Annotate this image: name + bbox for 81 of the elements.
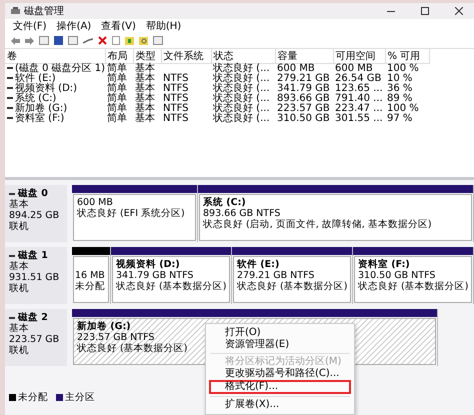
partition-size: 223.57 GB NTFS	[77, 332, 154, 343]
table-cell: 123.65 ...	[335, 83, 383, 94]
table-cell: 791.40 ...	[335, 93, 383, 104]
table-cell: NTFS	[163, 93, 189, 104]
partition-status: 未分配	[75, 281, 105, 292]
partition-size: 16 MB	[75, 270, 105, 281]
table-cell: 97 %	[387, 113, 412, 124]
table-cell: 100 %	[387, 103, 419, 114]
table-cell: 资料室 (F:)	[15, 113, 64, 124]
table-cell: 基本	[135, 103, 155, 114]
table-cell: 简单	[107, 93, 127, 104]
table-cell: 893.66 GB	[277, 93, 330, 104]
disk-type: 基本	[9, 323, 29, 334]
disk-status: 联机	[9, 283, 29, 294]
table-cell: NTFS	[163, 83, 189, 94]
disk-type: 基本	[9, 261, 29, 272]
table-cell: NTFS	[163, 113, 189, 124]
table-cell: 视频资料 (D:)	[15, 83, 78, 94]
table-cell: 状态良好 (...	[213, 93, 270, 104]
table-cell: 600 MB	[335, 63, 373, 74]
disk-size: 894.25 GB	[9, 210, 60, 221]
legend-label: 未分配	[18, 391, 48, 404]
disk-name: 磁盘 0	[18, 188, 48, 199]
partition-name: 系统 (C:)	[203, 197, 246, 208]
partition-status: 状态良好 (基本数据分区)	[116, 281, 226, 292]
table-cell: 36 %	[387, 83, 412, 94]
legend-label: 主分区	[65, 391, 95, 404]
partition-size: 893.66 GB NTFS	[203, 208, 280, 219]
disk-size: 931.51 GB	[9, 272, 60, 283]
partition-status: 状态良好 (EFI 系统分区)	[77, 208, 185, 219]
disk-size: 223.57 GB	[9, 334, 60, 345]
table-cell: 301.55 ...	[335, 113, 383, 124]
table-cell: 89 %	[387, 93, 412, 104]
partition-size: 279.21 GB NTFS	[237, 270, 314, 281]
disk-type: 基本	[9, 199, 29, 210]
table-cell: NTFS	[163, 73, 189, 84]
table-cell: 基本	[135, 63, 155, 74]
table-cell: 简单	[107, 83, 127, 94]
partition-status: 状态良好 (启动, 页面文件, 故障转储, 基本数据分区)	[203, 219, 432, 230]
table-cell: 软件 (E:)	[15, 73, 56, 84]
table-cell: 600 MB	[277, 63, 315, 74]
partition-name: 资料室 (F:)	[358, 259, 410, 270]
disk-name: 磁盘 1	[18, 250, 48, 261]
table-cell: 279.21 GB	[277, 73, 330, 84]
partition-size: 600 MB	[77, 197, 113, 208]
table-cell: 223.47 ...	[335, 103, 383, 114]
table-cell: 状态良好 (...	[213, 63, 270, 74]
table-cell: 223.57 GB	[277, 103, 330, 114]
table-cell: 310.50 GB	[277, 113, 330, 124]
table-cell: 状态良好 (...	[213, 113, 270, 124]
table-cell: 10 %	[387, 73, 412, 84]
partition-status: 状态良好 (基本数据分区)	[237, 281, 348, 292]
table-cell: 系统 (C:)	[15, 93, 56, 104]
table-cell: 新加卷 (G:)	[15, 103, 68, 114]
table-cell: NTFS	[163, 103, 189, 114]
partition-size: 341.79 GB NTFS	[116, 270, 194, 281]
table-cell: 简单	[107, 113, 127, 124]
table-cell: 状态良好 (...	[213, 73, 270, 84]
disk-name: 磁盘 2	[18, 312, 48, 323]
table-cell: 简单	[107, 73, 127, 84]
table-cell: 状态良好 (...	[213, 103, 270, 114]
partition-name: 视频资料 (D:)	[116, 259, 180, 270]
table-cell: 基本	[135, 113, 155, 124]
table-cell: 100 %	[387, 63, 419, 74]
partition-status: 状态良好 (基本数据分区)	[358, 281, 468, 292]
partition-name: 新加卷 (G:)	[77, 321, 131, 332]
disk-status: 联机	[9, 345, 29, 356]
table-cell: 26.54 GB	[335, 73, 382, 84]
partition-name: 软件 (E:)	[237, 259, 280, 270]
table-cell: 简单	[107, 63, 127, 74]
table-cell: (磁盘 0 磁盘分区 1)	[15, 63, 106, 74]
window-title: 磁盘管理	[24, 5, 65, 18]
table-cell: 基本	[135, 83, 155, 94]
table-cell: 基本	[135, 93, 155, 104]
table-cell: 基本	[135, 73, 155, 84]
table-cell: 状态良好 (...	[213, 83, 270, 94]
table-cell: 简单	[107, 103, 127, 114]
disk-status: 联机	[9, 221, 29, 232]
partition-size: 310.50 GB NTFS	[358, 270, 436, 281]
partition-status: 状态良好 (基本数据分区)	[77, 343, 188, 354]
table-cell: 341.79 GB	[277, 83, 330, 94]
